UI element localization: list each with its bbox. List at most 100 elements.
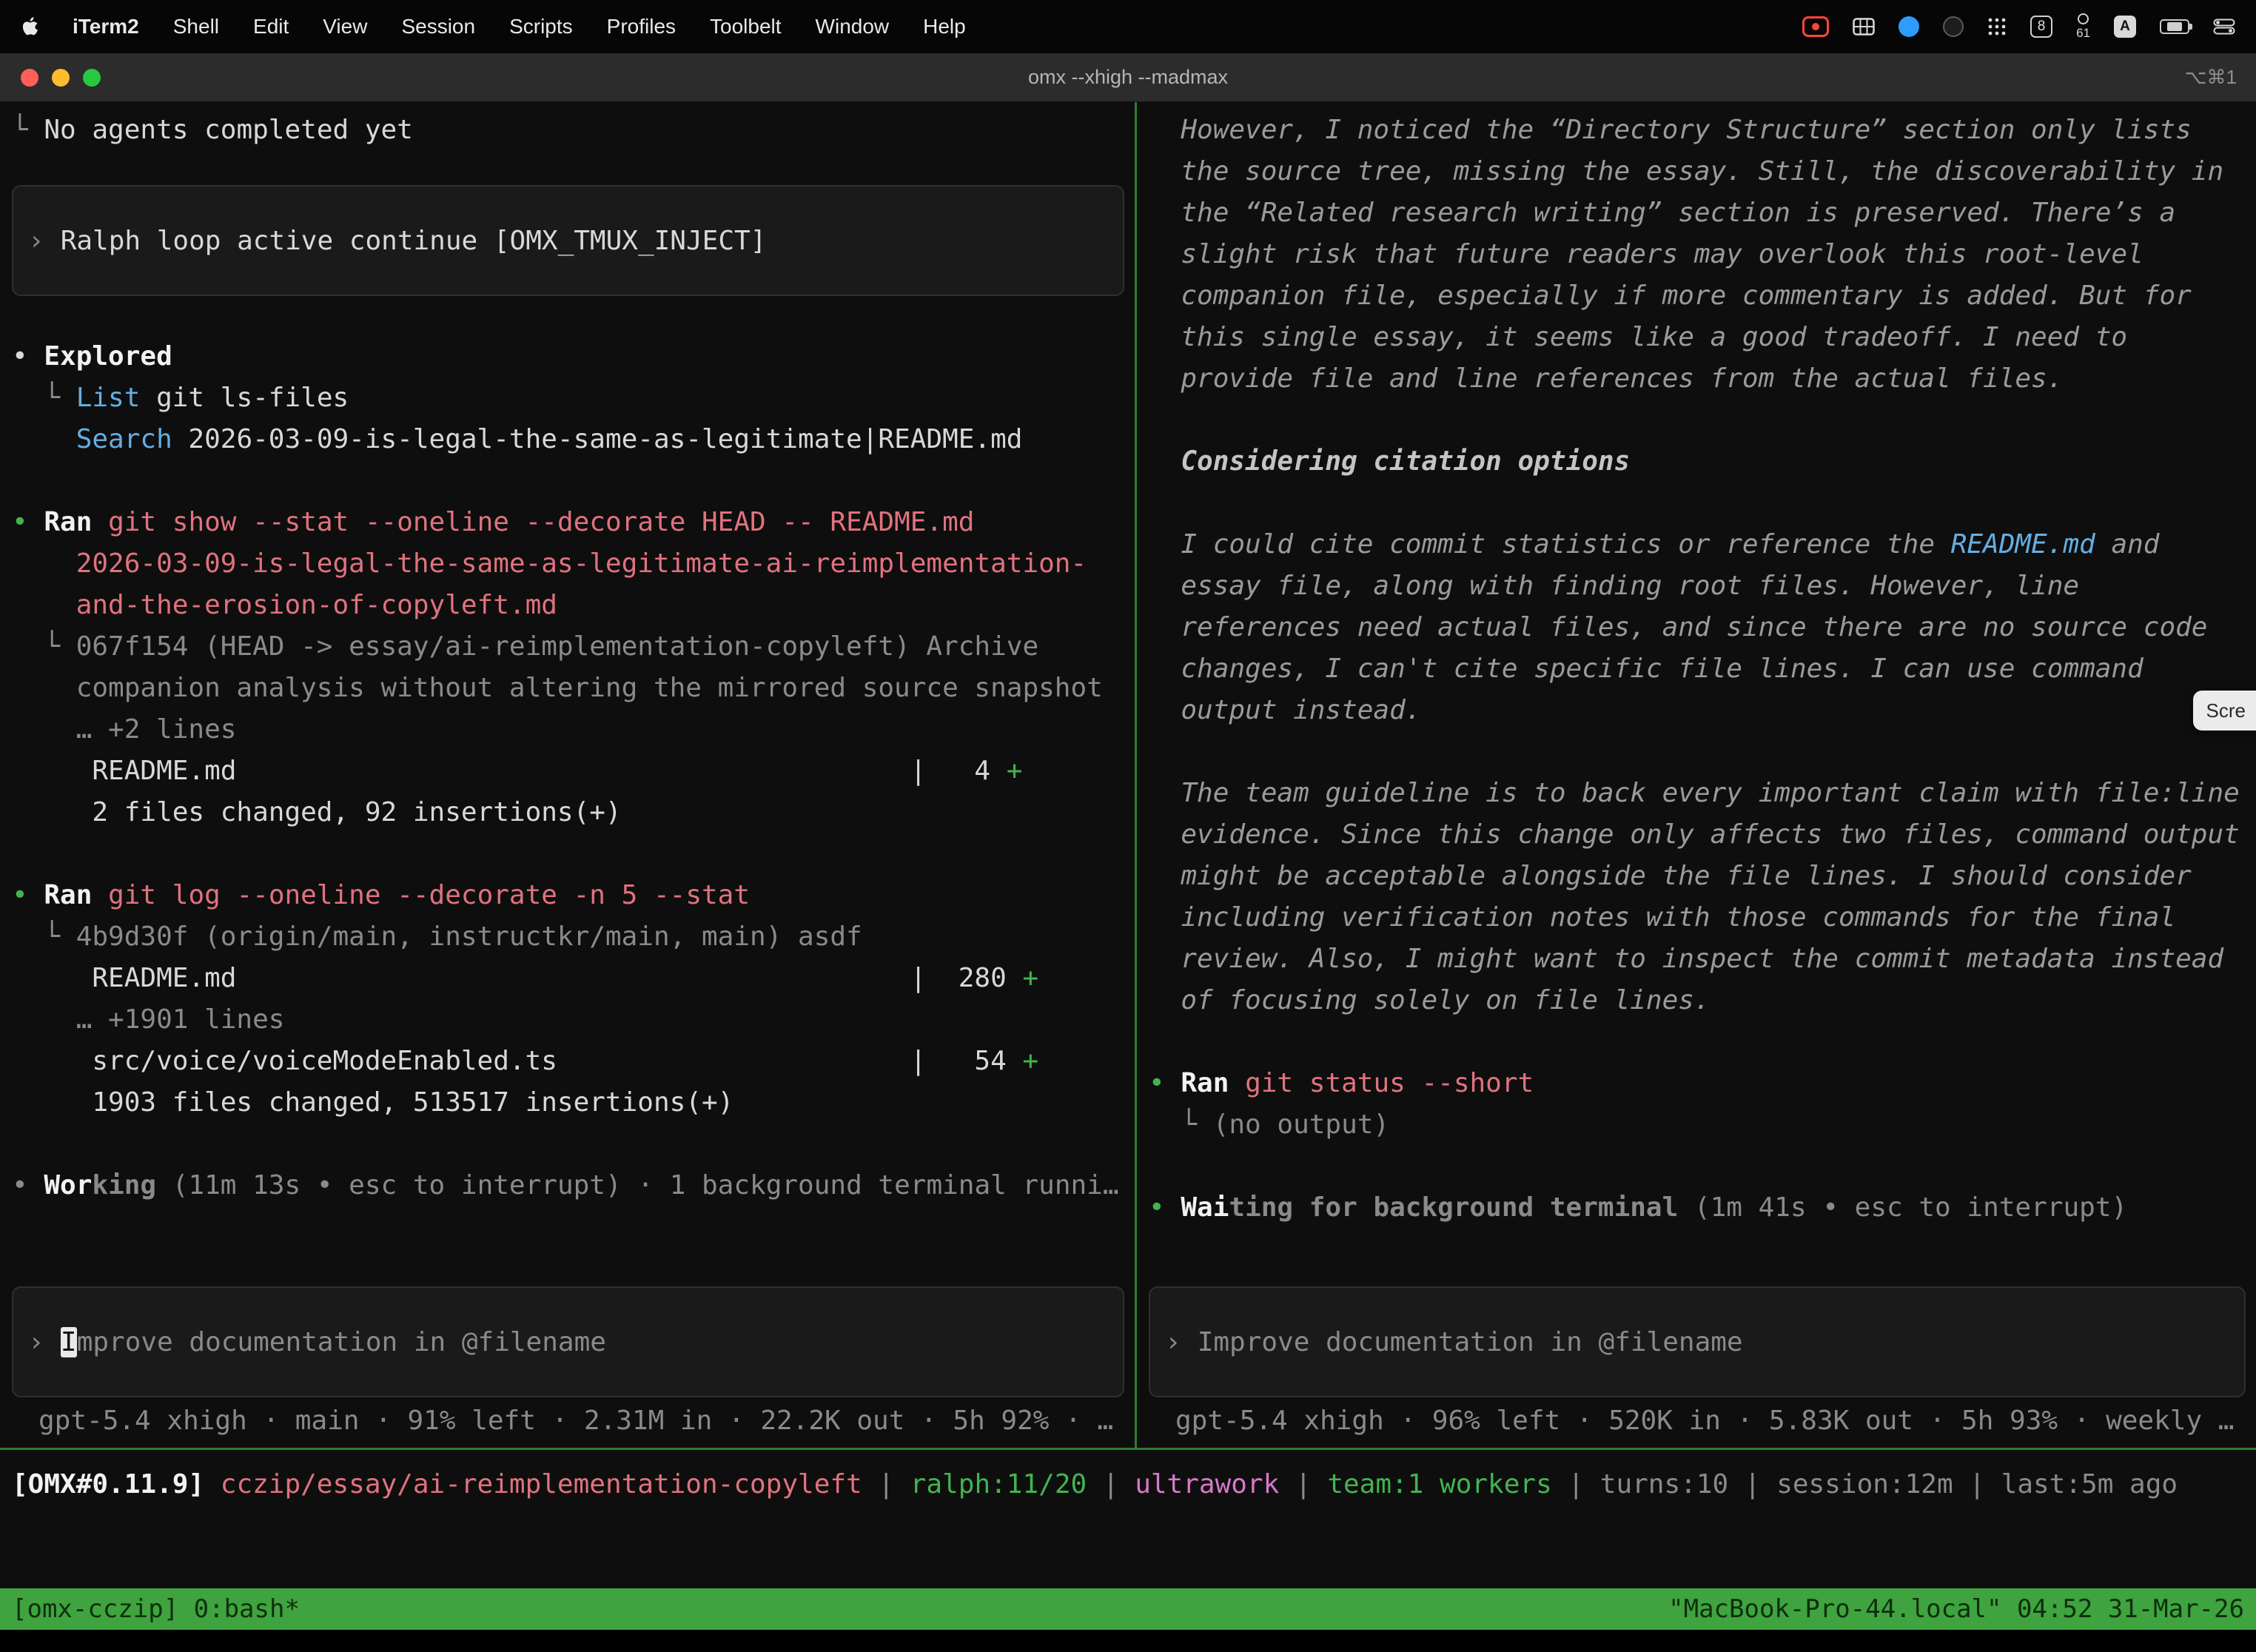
terminal-line: and-the-erosion-of-copyleft.md xyxy=(12,585,1135,626)
battery-fill xyxy=(2167,22,2181,31)
dark-app-icon[interactable] xyxy=(1943,16,1964,37)
terminal-line xyxy=(1149,483,2256,524)
text-segment: However, I noticed the “Directory Struct… xyxy=(1149,115,2192,145)
text-segment: Ran xyxy=(44,880,92,910)
desktop: { "menu_bar": { "items": ["iTerm2", "She… xyxy=(0,0,2256,1652)
terminal-line: • Working (11m 13s • esc to interrupt) ·… xyxy=(12,1165,1135,1206)
text-segment: [OMX#0.11.9] xyxy=(12,1469,221,1500)
text-segment xyxy=(12,424,76,454)
omx-status-bar: [OMX#0.11.9] cczip/essay/ai-reimplementa… xyxy=(0,1450,2256,1588)
text-segment xyxy=(1229,1068,1245,1098)
text-segment: + xyxy=(1007,756,1023,786)
menu-item-view[interactable]: View xyxy=(323,15,367,38)
tmux-panes: └ No agents completed yet › Ralph loop a… xyxy=(0,102,2256,1448)
window-title-bar[interactable]: omx --xhigh --madmax ⌥⌘1 xyxy=(0,53,2256,102)
menu-item-iterm2[interactable]: iTerm2 xyxy=(73,15,139,38)
window-shortcut-hint: ⌥⌘1 xyxy=(2185,66,2237,89)
text-segment: List xyxy=(76,383,141,413)
menu-bar-status-icons: 8 61 A xyxy=(1802,13,2235,41)
text-segment: Ran xyxy=(44,507,92,537)
terminal-line: └ 067f154 (HEAD -> essay/ai-reimplementa… xyxy=(12,626,1135,668)
text-segment: provide file and line references from th… xyxy=(1149,363,2063,394)
menu-item-help[interactable]: Help xyxy=(923,15,966,38)
menu-item-shell[interactable]: Shell xyxy=(173,15,219,38)
input-source-icon[interactable]: A xyxy=(2114,16,2136,38)
text-segment: 2026-03-09-is-legal-the-same-as-legitima… xyxy=(12,548,1087,579)
text-segment: of focusing solely on file lines. xyxy=(1149,985,1711,1015)
terminal-line: • Explored xyxy=(12,336,1135,377)
text-segment: and-the-erosion-of-copyleft.md xyxy=(12,590,557,620)
battery-percentage-widget[interactable]: 61 xyxy=(2076,13,2090,41)
key-badge-icon[interactable]: 8 xyxy=(2030,16,2052,38)
text-segment: └ (no output) xyxy=(1149,1109,1389,1140)
text-segment: might be acceptable alongside the file l… xyxy=(1149,861,2192,891)
text-segment: git status --short xyxy=(1245,1068,1534,1098)
menu-bar: iTerm2 Shell Edit View Session Scripts P… xyxy=(0,0,2256,53)
terminal-line: including verification notes with those … xyxy=(1149,897,2256,939)
text-segment: Search xyxy=(76,424,172,454)
menu-item-edit[interactable]: Edit xyxy=(253,15,289,38)
left-scrollback-top: └ No agents completed yet xyxy=(12,110,1135,151)
terminal-line: └ (no output) xyxy=(1149,1104,2256,1146)
text-segment: Explored xyxy=(44,341,172,372)
terminal-line: README.md | 4 + xyxy=(12,751,1135,792)
text-segment: Wai xyxy=(1181,1192,1229,1223)
left-status-line: gpt-5.4 xhigh · main · 91% left · 2.31M … xyxy=(12,1403,1135,1439)
text-segment: turns:10 xyxy=(1600,1469,1728,1500)
text-segment: | xyxy=(1279,1469,1327,1500)
text-segment: 2026-03-09-is-legal-the-same-as-legitima… xyxy=(172,424,1023,454)
terminal-line xyxy=(1149,1146,2256,1187)
battery-percentage-ring-icon xyxy=(2078,13,2089,24)
text-segment: last:5m ago xyxy=(2001,1469,2178,1500)
dots-grid-icon[interactable] xyxy=(1987,17,2007,36)
right-prompt-input[interactable]: › Improve documentation in @filename xyxy=(1149,1286,2246,1397)
menu-item-profiles[interactable]: Profiles xyxy=(607,15,676,38)
terminal-line: output instead. xyxy=(1149,690,2256,731)
prompt-chevron: › xyxy=(28,1327,44,1357)
battery-icon[interactable] xyxy=(2160,19,2189,34)
screen-recording-indicator-icon[interactable] xyxy=(1802,16,1829,37)
terminal-line: • Ran git status --short xyxy=(1149,1063,2256,1104)
text-segment: | xyxy=(1728,1469,1776,1500)
terminal-line: slight risk that future readers may over… xyxy=(1149,234,2256,275)
left-terminal-pane[interactable]: └ No agents completed yet › Ralph loop a… xyxy=(0,102,1135,1448)
terminal-line xyxy=(12,460,1135,502)
text-segment: • xyxy=(12,507,44,537)
text-segment: └ 4b9d30f (origin/main, instructkr/main,… xyxy=(12,921,862,952)
terminal-line: 1903 files changed, 513517 insertions(+) xyxy=(12,1082,1135,1124)
prompt-chevron: › xyxy=(1165,1327,1181,1357)
right-terminal-pane[interactable]: However, I noticed the “Directory Struct… xyxy=(1137,102,2256,1448)
menu-item-scripts[interactable]: Scripts xyxy=(509,15,573,38)
terminal-line xyxy=(1149,731,2256,773)
terminal-line: • Ran git log --oneline --decorate -n 5 … xyxy=(12,875,1135,916)
text-segment: Considering citation options xyxy=(1149,446,1630,477)
tmux-session-window: [omx-cczip] 0:bash* xyxy=(12,1588,300,1630)
menu-item-session[interactable]: Session xyxy=(401,15,475,38)
text-segment: the “Related research writing” section i… xyxy=(1149,198,2175,228)
left-prompt-input[interactable]: › I mprove documentation in @filename xyxy=(12,1286,1124,1397)
terminal-line: Considering citation options xyxy=(1149,441,2256,483)
right-input-text: Improve documentation in @filename xyxy=(1198,1327,1743,1357)
menu-item-toolbelt[interactable]: Toolbelt xyxy=(710,15,782,38)
apple-menu-icon[interactable] xyxy=(21,16,38,37)
blue-app-icon[interactable] xyxy=(1899,16,1919,37)
text-segment: output instead. xyxy=(1149,695,1421,725)
text-segment: session:12m xyxy=(1776,1469,1953,1500)
control-center-icon[interactable] xyxy=(2213,19,2235,35)
text-segment: └ xyxy=(12,383,76,413)
terminal-line: … +2 lines xyxy=(12,709,1135,751)
terminal-line: companion file, especially if more comme… xyxy=(1149,275,2256,317)
text-segment: the source tree, missing the essay. Stil… xyxy=(1149,156,2223,187)
text-segment: README.md | 280 xyxy=(12,963,1022,993)
terminal-line: … +1901 lines xyxy=(12,999,1135,1041)
text-segment: evidence. Since this change only affects… xyxy=(1149,819,2240,850)
text-segment: + xyxy=(1022,963,1038,993)
screen-overlay-tab[interactable]: Scre xyxy=(2193,691,2256,731)
left-scrollback: • Explored └ List git ls-files Search 20… xyxy=(12,336,1135,1206)
spreadsheet-app-icon[interactable] xyxy=(1853,18,1875,36)
text-segment: … +2 lines xyxy=(12,714,236,745)
menu-item-window[interactable]: Window xyxy=(816,15,890,38)
inject-banner-text: Ralph loop active continue [OMX_TMUX_INJ… xyxy=(61,226,767,256)
battery-percentage-value: 61 xyxy=(2076,26,2090,41)
terminal-line: references need actual files, and since … xyxy=(1149,607,2256,648)
